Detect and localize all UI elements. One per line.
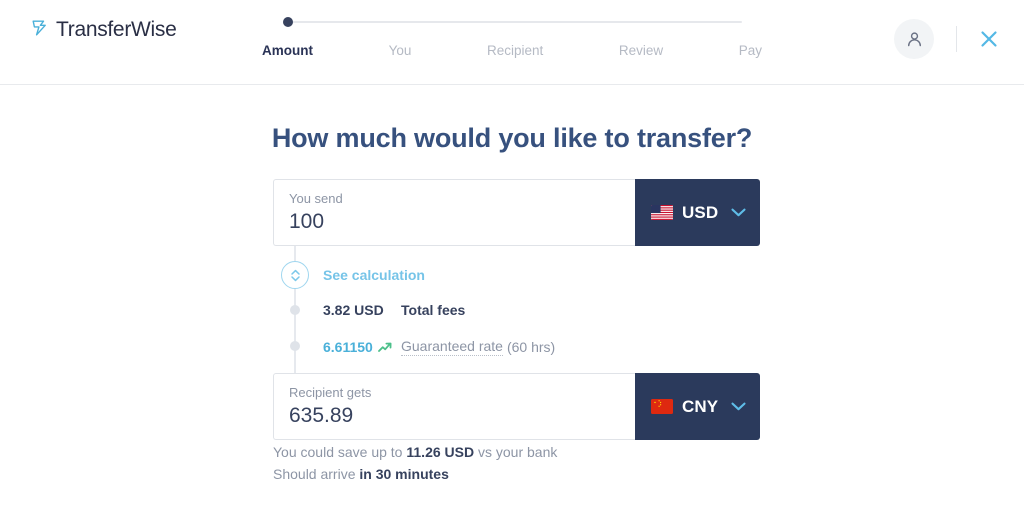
app-header: TransferWise Amount You Recipient Review… [0,0,1024,85]
header-actions [894,19,1002,59]
guaranteed-rate-row: 6.61150 Guaranteed rate (60 hrs) [323,338,555,356]
transfer-calculator: You send 100 USD See calculation 3.82 US… [273,179,760,440]
progress-stepper: Amount You Recipient Review Pay [262,0,762,85]
receive-amount-input[interactable]: Recipient gets 635.89 [273,373,635,440]
header-divider [956,26,957,52]
arrival-time: in 30 minutes [359,465,449,482]
brand-logo[interactable]: TransferWise [27,18,177,42]
page-title: How much would you like to transfer? [271,123,753,153]
stepper-track [287,21,742,23]
receive-value: 635.89 [289,404,354,427]
rate-row-dot [290,341,300,351]
savings-amount: 11.26 USD [406,444,475,460]
total-fees-label: Total fees [401,302,466,318]
receive-amount-row: Recipient gets 635.89 CNY [273,373,760,440]
send-currency-selector[interactable]: USD [635,179,760,246]
step-review[interactable]: Review [619,43,663,58]
brand-name: TransferWise [56,18,177,41]
savings-note: You could save up to 11.26 USD vs your b… [273,442,557,464]
guaranteed-rate-label[interactable]: Guaranteed rate [401,338,503,356]
transfer-notes: You could save up to 11.26 USD vs your b… [273,442,557,485]
send-amount-input[interactable]: You send 100 [273,179,635,246]
step-pay[interactable]: Pay [739,43,762,58]
guaranteed-rate-duration: (60 hrs) [506,339,556,355]
step-amount[interactable]: Amount [262,43,313,58]
transferwise-arrow-logo-icon [32,20,46,36]
cn-flag-icon [651,399,673,414]
chevron-down-icon [731,208,746,217]
total-fees-amount: 3.82 USD [323,302,384,318]
step-you[interactable]: You [389,43,412,58]
swap-toggle-button[interactable] [281,261,309,289]
close-x-icon [981,31,997,47]
exchange-rate-value: 6.61150 [323,339,373,355]
send-label: You send [289,191,343,206]
trend-up-icon [377,342,392,352]
main-content: How much would you like to transfer? You… [0,85,1024,510]
receive-currency-code: CNY [682,396,719,416]
exchange-rate-value-group: 6.61150 [323,339,401,355]
chevron-down-icon [731,402,746,411]
total-fees-row: 3.82 USD Total fees [323,302,465,318]
savings-suffix: vs your bank [474,444,558,460]
send-value: 100 [289,210,325,233]
receive-currency-selector[interactable]: CNY [635,373,760,440]
updown-chevrons-icon [290,269,300,281]
see-calculation-link[interactable]: See calculation [323,267,425,283]
savings-prefix: You could save up to [273,444,407,460]
step-recipient[interactable]: Recipient [487,43,543,58]
receive-label: Recipient gets [289,385,372,400]
person-icon [907,31,921,46]
arrival-prefix: Should arrive [273,465,360,482]
account-avatar-button[interactable] [894,19,934,59]
send-currency-chevron [731,208,746,217]
stepper-current-dot [283,17,293,27]
fees-row-dot [290,305,300,315]
calculation-block: See calculation 3.82 USD Total fees 6.61… [273,246,760,373]
arrival-note: Should arrive in 30 minutes [273,464,557,486]
us-flag-icon [651,205,673,220]
send-currency-code: USD [682,202,719,222]
stepper-labels: Amount You Recipient Review Pay [262,43,762,58]
send-amount-row: You send 100 USD [273,179,760,246]
close-button[interactable] [976,26,1002,52]
receive-currency-chevron [731,402,746,411]
